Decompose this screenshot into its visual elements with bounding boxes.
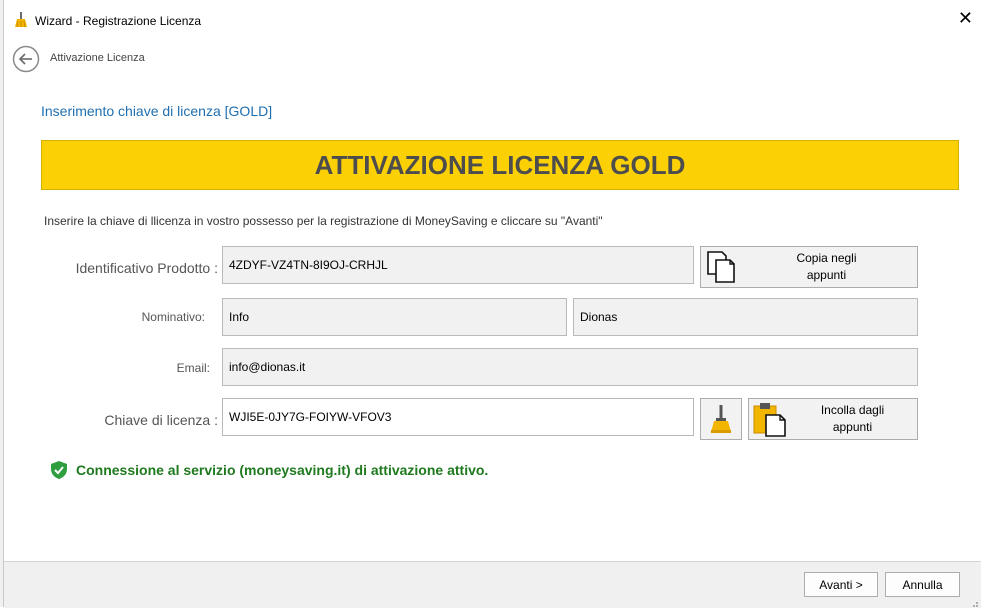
section-title: Inserimento chiave di licenza [GOLD] (41, 103, 273, 119)
shield-check-icon (50, 460, 68, 480)
close-icon[interactable]: ✕ (958, 9, 973, 27)
copy-button-label: Copia negli appunti (796, 251, 857, 282)
email-field[interactable]: info@dionas.it (222, 348, 918, 386)
window-title: Wizard - Registrazione Licenza (35, 14, 202, 28)
resize-grip[interactable] (969, 595, 979, 607)
title-bar: Wizard - Registrazione Licenza ✕ (4, 0, 981, 40)
copy-icon (706, 250, 736, 284)
instructions-text: Inserire la chiave di llicenza in vostro… (44, 214, 603, 228)
license-banner: ATTIVAZIONE LICENZA GOLD (41, 140, 959, 190)
breadcrumb: Attivazione Licenza (50, 52, 145, 64)
copy-to-clipboard-button[interactable]: Copia negli appunti (700, 246, 918, 288)
back-button[interactable] (12, 45, 40, 73)
next-button[interactable]: Avanti > (804, 572, 878, 597)
paste-from-clipboard-button[interactable]: Incolla dagli appunti (748, 398, 918, 440)
product-id-label: Identificativo Prodotto : (75, 260, 218, 276)
email-label: Email: (176, 361, 210, 375)
last-name-field[interactable]: Dionas (573, 298, 918, 336)
status-text: Connessione al servizio (moneysaving.it)… (76, 462, 489, 478)
first-name-field[interactable]: Info (222, 298, 567, 336)
license-key-label: Chiave di licenza : (104, 412, 218, 428)
paste-icon (752, 401, 788, 437)
connection-status: Connessione al servizio (moneysaving.it)… (50, 460, 488, 480)
product-id-field[interactable]: 4ZDYF-VZ4TN-8I9OJ-CRHJL (222, 246, 694, 284)
clear-license-button[interactable] (700, 398, 742, 440)
background-window-edge (0, 0, 4, 607)
broom-icon (14, 12, 28, 33)
paste-button-label: Incolla dagli appunti (820, 403, 885, 434)
license-key-input[interactable]: WJI5E-0JY7G-FOIYW-VFOV3 (222, 398, 694, 436)
back-arrow-icon (12, 45, 40, 73)
broom-icon (710, 404, 732, 434)
cancel-button[interactable]: Annulla (885, 572, 960, 597)
name-label: Nominativo: (141, 310, 205, 324)
